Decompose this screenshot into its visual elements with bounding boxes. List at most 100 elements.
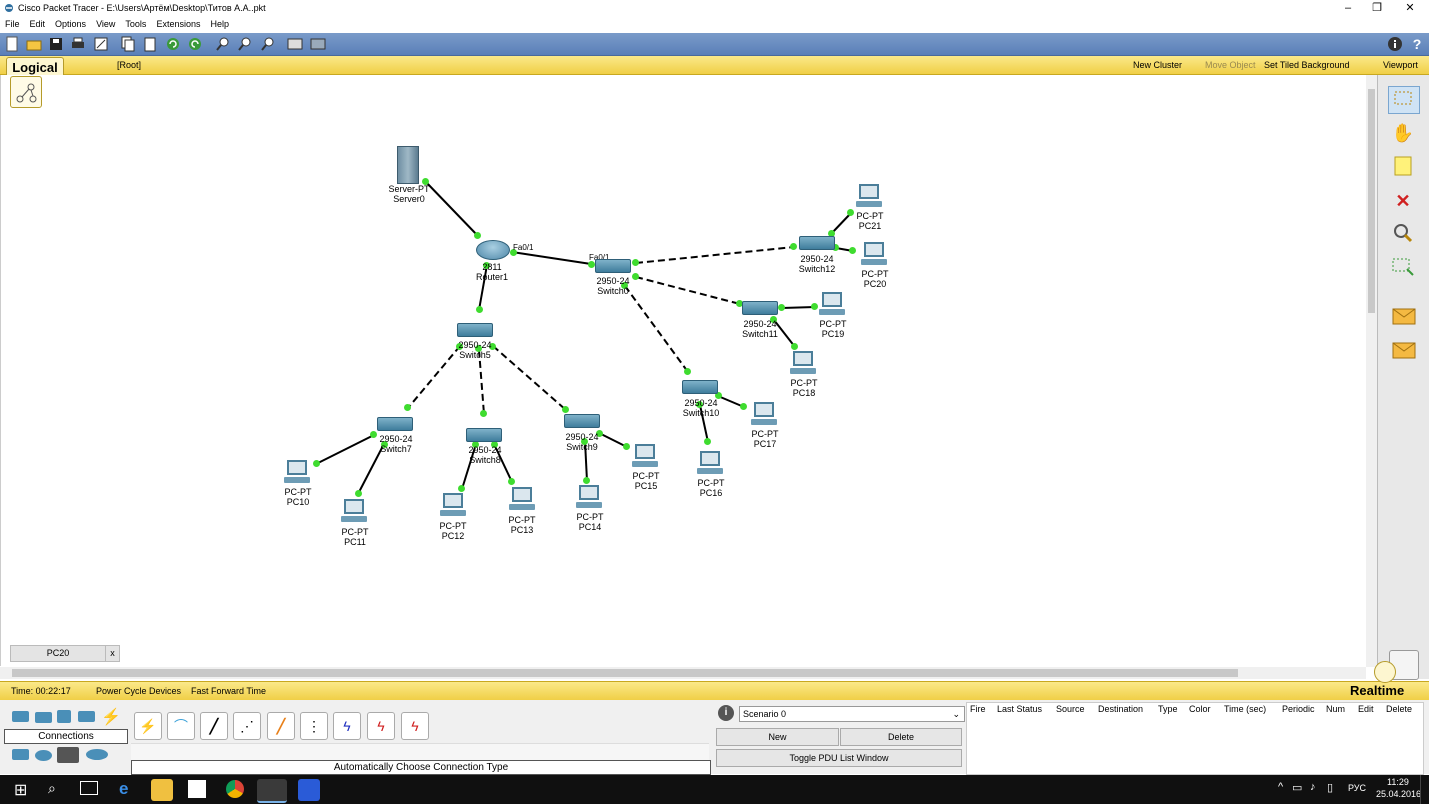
pdu-header-delete[interactable]: Delete (1386, 704, 1412, 714)
packet-tracer-taskbar-icon[interactable] (257, 779, 287, 803)
copper-cross-icon[interactable]: ⋰ (233, 712, 261, 740)
delete-icon[interactable]: ✕ (1388, 188, 1418, 214)
switch12-icon[interactable] (799, 236, 835, 250)
pc21-icon[interactable] (856, 184, 882, 208)
scenario-info-icon[interactable]: i (718, 705, 734, 721)
search-icon[interactable]: ⌕ (48, 780, 56, 797)
pc13-icon[interactable] (509, 487, 535, 511)
link-switch11-pc19 (781, 306, 816, 309)
pc19-icon[interactable] (819, 292, 845, 316)
server0-icon[interactable] (397, 146, 419, 184)
resize-shape-icon[interactable] (1388, 255, 1418, 281)
show-desktop-button[interactable] (1420, 775, 1429, 804)
wan-emulation-category-icon[interactable] (35, 750, 52, 761)
inspect-magnifier-icon[interactable] (1388, 221, 1418, 247)
phone-cable-icon[interactable]: ⋮ (300, 712, 328, 740)
hubs-category-icon[interactable] (57, 710, 71, 723)
start-button-icon[interactable]: ⊞ (14, 780, 27, 800)
task-view-icon[interactable] (80, 781, 98, 795)
fast-forward-button[interactable]: Fast Forward Time (191, 686, 266, 696)
place-note-icon[interactable] (1388, 154, 1418, 180)
pc20-icon[interactable] (861, 242, 887, 266)
chrome-icon[interactable] (226, 780, 244, 798)
link-light (355, 490, 362, 497)
device-label: 2950-24 Switch5 (458, 340, 492, 360)
realtime-clock-icon[interactable] (1374, 661, 1396, 683)
custom-devices-category-icon[interactable] (57, 747, 79, 763)
wireless-category-icon[interactable] (78, 711, 95, 722)
link-light (684, 368, 691, 375)
pc14-icon[interactable] (576, 485, 602, 509)
multiuser-category-icon[interactable] (86, 749, 108, 760)
edge-browser-icon[interactable]: e (119, 779, 128, 799)
pdu-window-tab[interactable]: PC20 (10, 645, 106, 662)
battery-icon[interactable]: ▯ (1327, 781, 1333, 794)
pdu-header-destination[interactable]: Destination (1098, 704, 1143, 714)
switches-category-icon[interactable] (35, 712, 52, 723)
pc17-icon[interactable] (751, 402, 777, 426)
pdu-header-source[interactable]: Source (1056, 704, 1085, 714)
pdu-header-last-status[interactable]: Last Status (997, 704, 1042, 714)
fiber-cable-icon[interactable]: ╱ (267, 712, 295, 740)
serial-dte-icon[interactable]: ϟ (401, 712, 429, 740)
pdu-header-fire[interactable]: Fire (970, 704, 986, 714)
realtime-mode-tab[interactable]: Realtime (1350, 683, 1404, 698)
clock-date[interactable]: 25.04.2016 (1376, 789, 1421, 799)
coaxial-cable-icon[interactable]: ϟ (333, 712, 361, 740)
elapsed-time: Time: 00:22:17 (11, 686, 71, 696)
move-layout-hand-icon[interactable]: ✋ (1388, 120, 1418, 146)
pc12-icon[interactable] (440, 493, 466, 517)
switch0-icon[interactable] (595, 259, 631, 273)
volume-icon[interactable]: ♪ (1310, 781, 1316, 793)
auto-connection-icon[interactable]: ⚡ (134, 712, 162, 740)
scroll-thumb[interactable] (12, 669, 1238, 677)
delete-scenario-button[interactable]: Delete (840, 728, 962, 746)
pdu-header-time[interactable]: Time (sec) (1224, 704, 1266, 714)
network-icon[interactable]: ▭ (1292, 781, 1302, 794)
switch9-icon[interactable] (564, 414, 600, 428)
switch8-icon[interactable] (466, 428, 502, 442)
console-cable-icon[interactable]: ⌒ (167, 712, 195, 740)
horizontal-scrollbar[interactable] (0, 667, 1366, 679)
new-scenario-button[interactable]: New (716, 728, 839, 746)
routers-category-icon[interactable] (12, 711, 29, 722)
clock-time[interactable]: 11:29 (1387, 777, 1409, 787)
switch11-icon[interactable] (742, 301, 778, 315)
pdu-window-close[interactable]: x (105, 645, 120, 662)
pc15-icon[interactable] (632, 444, 658, 468)
link-light (623, 443, 630, 450)
switch10-icon[interactable] (682, 380, 718, 394)
link-light (474, 232, 481, 239)
scenario-select[interactable]: Scenario 0 ⌄ (739, 706, 965, 722)
store-icon[interactable] (188, 780, 206, 798)
power-cycle-button[interactable]: Power Cycle Devices (96, 686, 181, 696)
serial-dce-icon[interactable]: ϟ (367, 712, 395, 740)
pdu-header-edit[interactable]: Edit (1358, 704, 1374, 714)
copper-straight-icon[interactable]: ╱ (200, 712, 228, 740)
add-complex-pdu-icon[interactable] (1388, 338, 1418, 364)
scroll-thumb[interactable] (1368, 89, 1375, 313)
pdu-header-num[interactable]: Num (1326, 704, 1345, 714)
pc18-icon[interactable] (790, 351, 816, 375)
pc11-icon[interactable] (341, 499, 367, 523)
windows-taskbar (0, 775, 1429, 804)
switch5-icon[interactable] (457, 323, 493, 337)
pdu-header-color[interactable]: Color (1189, 704, 1211, 714)
pc16-icon[interactable] (697, 451, 723, 475)
input-language[interactable]: РУС (1348, 783, 1366, 793)
vertical-scrollbar[interactable] (1366, 75, 1377, 667)
file-explorer-icon[interactable] (151, 779, 173, 801)
connections-scrollbar[interactable] (131, 743, 709, 760)
end-devices-category-icon[interactable] (12, 749, 29, 760)
pdu-header-type[interactable]: Type (1158, 704, 1178, 714)
switch7-icon[interactable] (377, 417, 413, 431)
connections-category-icon[interactable]: ⚡ (101, 707, 121, 727)
router1-icon[interactable] (476, 240, 510, 260)
word-icon[interactable] (298, 779, 320, 801)
pc10-icon[interactable] (284, 460, 310, 484)
add-simple-pdu-icon[interactable] (1388, 304, 1418, 330)
pdu-header-periodic[interactable]: Periodic (1282, 704, 1315, 714)
tray-chevron-up-icon[interactable]: ^ (1278, 781, 1283, 793)
toggle-pdu-list-button[interactable]: Toggle PDU List Window (716, 749, 962, 767)
select-icon[interactable] (1388, 86, 1420, 114)
